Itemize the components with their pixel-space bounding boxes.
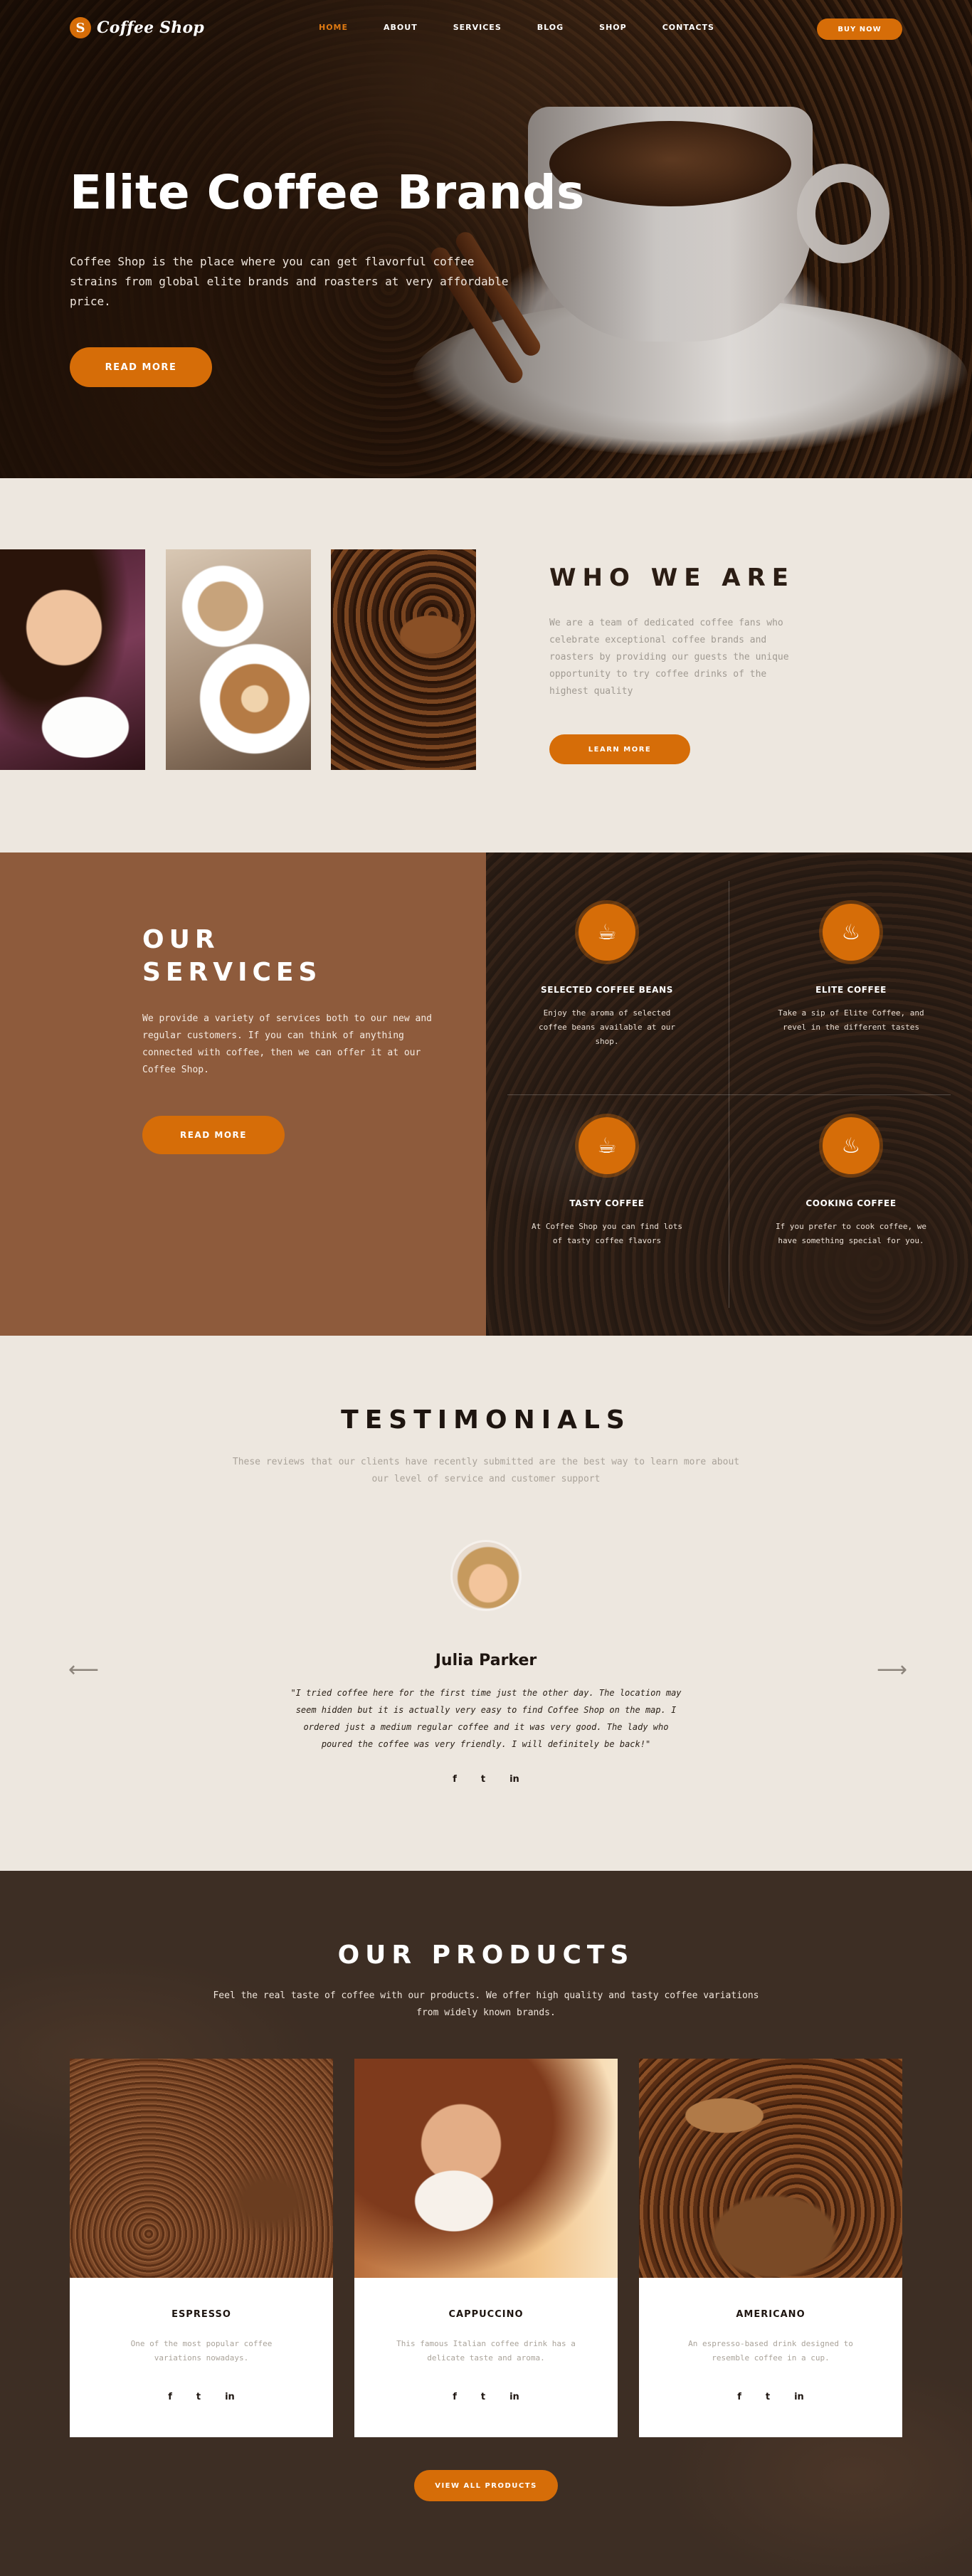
services-title: OUR SERVICES <box>142 924 322 989</box>
coffee-pot-icon: ☕ <box>579 1117 635 1174</box>
product-social-links: f t in <box>639 2392 902 2402</box>
service-text: Take a sip of Elite Coffee, and revel in… <box>778 1008 924 1032</box>
testimonial-quote: "I tried coffee here for the first time … <box>290 1688 682 1749</box>
service-title: SELECTED COFFEE BEANS <box>541 985 673 995</box>
nav-home[interactable]: HOME <box>319 23 348 32</box>
turkish-pot-icon: ♨ <box>823 1117 879 1174</box>
coffee-bag-icon: ♨ <box>823 904 879 961</box>
service-item: ☕ TASTY COFFEE At Coffee Shop you can fi… <box>514 1117 699 1248</box>
twitter-icon[interactable]: t <box>196 2392 201 2402</box>
product-card-cappuccino[interactable]: CAPPUCCINO This famous Italian coffee dr… <box>354 2059 618 2437</box>
twitter-icon[interactable]: t <box>481 2392 485 2402</box>
view-all-products-button[interactable]: VIEW ALL PRODUCTS <box>414 2470 558 2501</box>
facebook-icon[interactable]: f <box>168 2392 172 2402</box>
product-social-links: f t in <box>70 2392 333 2402</box>
cappuccino-photo <box>354 2059 618 2278</box>
linkedin-icon[interactable]: in <box>509 1774 519 1785</box>
products-section: OUR PRODUCTS Feel the real taste of coff… <box>0 1871 972 2576</box>
products-subtitle: Feel the real taste of coffee with our p… <box>213 1990 759 2018</box>
product-title: AMERICANO <box>736 2309 805 2320</box>
product-card-espresso[interactable]: ESPRESSO One of the most popular coffee … <box>70 2059 333 2437</box>
social-links: f t in <box>0 1774 972 1785</box>
logo[interactable]: S Coffee Shop <box>70 17 204 38</box>
hero-read-more-button[interactable]: READ MORE <box>70 347 212 387</box>
coffee-beans-icon: ☕ <box>579 904 635 961</box>
service-item: ♨ ELITE COFFEE Take a sip of Elite Coffe… <box>759 904 944 1035</box>
top-navigation: S Coffee Shop HOME ABOUT SERVICES BLOG S… <box>0 0 972 57</box>
facebook-icon[interactable]: f <box>737 2392 741 2402</box>
facebook-icon[interactable]: f <box>453 1774 457 1785</box>
latte-art-photo <box>166 549 311 770</box>
service-title: TASTY COFFEE <box>569 1198 645 1208</box>
product-description: This famous Italian coffee drink has a d… <box>396 2339 576 2363</box>
service-title: COOKING COFFEE <box>805 1198 897 1208</box>
nav-shop[interactable]: SHOP <box>599 23 627 32</box>
logo-text: Coffee Shop <box>97 19 204 37</box>
product-description: An espresso-based drink designed to rese… <box>688 2339 853 2363</box>
service-text: If you prefer to cook coffee, we have so… <box>776 1222 926 1245</box>
main-menu: HOME ABOUT SERVICES BLOG SHOP CONTACTS <box>319 23 714 32</box>
linkedin-icon[interactable]: in <box>794 2392 804 2402</box>
products-title: OUR PRODUCTS <box>337 1941 635 1970</box>
linkedin-icon[interactable]: in <box>225 2392 235 2402</box>
espresso-photo <box>70 2059 333 2278</box>
hero-text: Coffee Shop is the place where you can g… <box>70 255 509 308</box>
testimonials-subtitle: These reviews that our clients have rece… <box>232 1457 740 1484</box>
services-title-line1: OUR <box>142 925 220 954</box>
services-text: We provide a variety of services both to… <box>142 1013 432 1075</box>
services-section: OUR SERVICES We provide a variety of ser… <box>0 852 972 1336</box>
services-title-line2: SERVICES <box>142 958 322 987</box>
coffee-beans-spoon-photo <box>331 549 476 770</box>
services-grid-panel: ☕ SELECTED COFFEE BEANS Enjoy the aroma … <box>486 852 972 1336</box>
product-card-americano[interactable]: AMERICANO An espresso-based drink design… <box>639 2059 902 2437</box>
woman-with-cup-photo <box>0 549 145 770</box>
nav-contacts[interactable]: CONTACTS <box>662 23 714 32</box>
product-title: CAPPUCCINO <box>448 2309 524 2320</box>
avatar <box>450 1540 522 1611</box>
product-description: One of the most popular coffee variation… <box>130 2339 273 2363</box>
service-text: At Coffee Shop you can find lots of tast… <box>532 1222 682 1245</box>
service-title: ELITE COFFEE <box>815 985 887 995</box>
testimonials-section: TESTIMONIALS These reviews that our clie… <box>0 1336 972 1871</box>
about-section: WHO WE ARE We are a team of dedicated co… <box>0 478 972 852</box>
service-item: ♨ COOKING COFFEE If you prefer to cook c… <box>759 1117 944 1248</box>
grid-divider <box>507 1094 951 1095</box>
nav-about[interactable]: ABOUT <box>384 23 418 32</box>
nav-blog[interactable]: BLOG <box>537 23 564 32</box>
services-intro-panel: OUR SERVICES We provide a variety of ser… <box>0 852 486 1336</box>
logo-mark-icon: S <box>70 17 91 38</box>
facebook-icon[interactable]: f <box>453 2392 457 2402</box>
services-read-more-button[interactable]: READ MORE <box>142 1116 285 1154</box>
service-text: Enjoy the aroma of selected coffee beans… <box>538 1008 676 1046</box>
twitter-icon[interactable]: t <box>481 1774 485 1785</box>
about-title: WHO WE ARE <box>549 564 795 592</box>
testimonials-title: TESTIMONIALS <box>341 1405 631 1435</box>
nav-services[interactable]: SERVICES <box>453 23 502 32</box>
hero-section: S Coffee Shop HOME ABOUT SERVICES BLOG S… <box>0 0 972 478</box>
twitter-icon[interactable]: t <box>766 2392 770 2402</box>
americano-photo <box>639 2059 902 2278</box>
about-text: We are a team of dedicated coffee fans w… <box>549 618 789 697</box>
product-social-links: f t in <box>354 2392 618 2402</box>
product-title: ESPRESSO <box>171 2309 231 2320</box>
learn-more-button[interactable]: LEARN MORE <box>549 734 690 764</box>
reviewer-name: Julia Parker <box>435 1652 537 1669</box>
service-item: ☕ SELECTED COFFEE BEANS Enjoy the aroma … <box>514 904 699 1049</box>
buy-now-button[interactable]: BUY NOW <box>817 19 902 40</box>
linkedin-icon[interactable]: in <box>509 2392 519 2402</box>
hero-title: Elite Coffee Brands <box>70 165 585 220</box>
